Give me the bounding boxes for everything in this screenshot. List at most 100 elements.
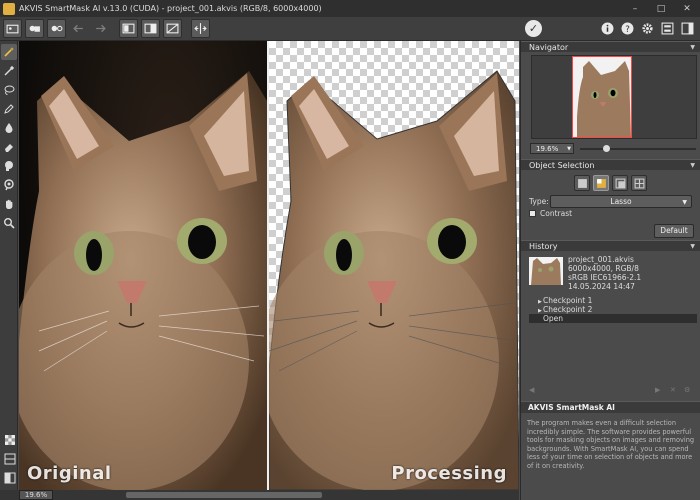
processing-label: Processing xyxy=(391,463,507,484)
select-layer-icon[interactable] xyxy=(612,175,628,191)
close-button[interactable]: ✕ xyxy=(674,0,700,17)
navigator-title: Navigator xyxy=(529,43,569,52)
cat-photo-processed xyxy=(269,70,519,490)
magic-brush-icon[interactable] xyxy=(1,44,17,60)
zoom-slider[interactable] xyxy=(580,145,696,152)
history-item-name: project_001.akvis xyxy=(568,255,634,264)
status-bar: 19.6% xyxy=(0,490,519,500)
collapse-icon[interactable]: ▼ xyxy=(690,241,695,252)
checkerboard-icon[interactable] xyxy=(2,432,18,448)
maximize-button[interactable]: □ xyxy=(648,0,674,17)
checkpoint-label: Checkpoint 2 xyxy=(543,305,593,314)
select-grid-icon[interactable] xyxy=(631,175,647,191)
chevron-down-icon: ▼ xyxy=(682,199,687,206)
navigator-header[interactable]: Navigator ▼ xyxy=(521,41,700,52)
home-icon[interactable] xyxy=(119,19,138,38)
horizontal-scrollbar[interactable] xyxy=(126,492,322,498)
title-bar: AKVIS SmartMask AI v.13.0 (CUDA) - proje… xyxy=(0,0,700,17)
before-after-icon[interactable] xyxy=(141,19,160,38)
history-back-icon[interactable]: ◀ xyxy=(529,386,534,394)
history-settings-icon[interactable]: ⚙ xyxy=(684,386,690,394)
history-item-profile: sRGB IEC61966-2.1 xyxy=(568,273,642,282)
open-label: Open xyxy=(543,314,564,323)
history-item[interactable]: project_001.akvis 6000x4000, RGB/8 sRGB … xyxy=(527,255,697,291)
history-play-icon[interactable]: ▶ xyxy=(655,386,660,394)
brush-icon[interactable] xyxy=(1,63,17,79)
contrast-checkbox[interactable]: Contrast xyxy=(529,209,572,218)
minimize-button[interactable]: – xyxy=(622,0,648,17)
type-label: Type: xyxy=(529,197,549,206)
drop-icon[interactable] xyxy=(1,120,17,136)
open-file-icon[interactable] xyxy=(3,19,22,38)
checkpoint-label: Checkpoint 1 xyxy=(543,296,593,305)
pen-icon[interactable] xyxy=(1,101,17,117)
app-window: AKVIS SmartMask AI v.13.0 (CUDA) - proje… xyxy=(0,0,700,500)
redo-icon[interactable] xyxy=(91,19,110,38)
history-title: History xyxy=(529,242,558,251)
navigator-zoom-select[interactable]: 19.6% ▼ xyxy=(530,143,574,154)
preferences-icon[interactable] xyxy=(659,19,676,38)
tools-panel xyxy=(0,41,18,490)
original-pane[interactable]: Original xyxy=(19,41,267,490)
object-selection-header[interactable]: Object Selection ▼ xyxy=(521,159,700,170)
history-item-date: 14.05.2024 14:47 xyxy=(568,282,635,291)
info-header: AKVIS SmartMask AI xyxy=(521,401,700,413)
selection-mode-buttons xyxy=(574,175,650,191)
chevron-down-icon: ▼ xyxy=(567,146,571,152)
history-delete-icon[interactable]: ✕ xyxy=(670,386,676,394)
history-checkpoint-2[interactable]: ▶Checkpoint 2 xyxy=(529,305,697,314)
history-checkpoint-1[interactable]: ▶Checkpoint 1 xyxy=(529,296,697,305)
history-item-info: project_001.akvis 6000x4000, RGB/8 sRGB … xyxy=(568,255,641,291)
default-button[interactable]: Default xyxy=(654,224,694,238)
split-horizontal-icon[interactable] xyxy=(2,451,18,467)
contrast-label: Contrast xyxy=(540,209,573,218)
info-text: The program makes even a difficult selec… xyxy=(527,419,695,470)
help-icon[interactable]: ? xyxy=(619,19,636,38)
history-header[interactable]: History ▼ xyxy=(521,240,700,251)
paint-bucket-icon[interactable] xyxy=(1,158,17,174)
type-select[interactable]: Lasso ▼ xyxy=(550,195,692,208)
compare-icon[interactable] xyxy=(163,19,182,38)
navigator-viewport[interactable] xyxy=(572,56,632,138)
cat-photo-original xyxy=(19,71,267,490)
type-value: Lasso xyxy=(610,197,632,206)
color-picker-icon[interactable] xyxy=(1,177,17,193)
dock-icon[interactable] xyxy=(679,19,696,38)
history-open[interactable]: Open xyxy=(529,314,697,323)
save-icon[interactable] xyxy=(25,19,44,38)
select-rect-icon[interactable] xyxy=(574,175,590,191)
history-controls: ◀ ▶ ✕ ⚙ xyxy=(527,386,695,396)
navigator-preview[interactable] xyxy=(531,55,697,139)
run-check-icon[interactable]: ✓ xyxy=(525,20,542,37)
main-toolbar: ✓ ? xyxy=(0,17,700,41)
navigator-thumbnail xyxy=(573,57,631,137)
hand-icon[interactable] xyxy=(1,196,17,212)
collapse-icon[interactable]: ▼ xyxy=(690,160,695,171)
app-logo-icon xyxy=(3,2,15,15)
open-image-icon[interactable] xyxy=(47,19,66,38)
split-vertical-icon[interactable] xyxy=(2,470,18,486)
select-object-icon[interactable] xyxy=(593,175,609,191)
zoom-slider-knob[interactable] xyxy=(603,145,610,152)
navigator-zoom-value: 19.6% xyxy=(536,145,559,153)
svg-text:?: ? xyxy=(625,25,630,35)
type-row: Type: Lasso ▼ xyxy=(529,195,697,208)
checkbox-icon[interactable] xyxy=(529,210,536,217)
zoom-icon[interactable] xyxy=(1,215,17,231)
object-selection-title: Object Selection xyxy=(529,161,595,170)
undo-icon[interactable] xyxy=(69,19,88,38)
info-icon[interactable] xyxy=(599,19,616,38)
settings-icon[interactable] xyxy=(639,19,656,38)
lasso-icon[interactable] xyxy=(1,82,17,98)
history-item-size: 6000x4000, RGB/8 xyxy=(568,264,639,273)
split-view-icon[interactable] xyxy=(191,19,210,38)
right-panel: Navigator ▼ 19.6% ▼ Object Selection ▼ T… xyxy=(520,41,700,500)
image-canvas[interactable]: Original Processing xyxy=(19,41,519,490)
processing-pane[interactable]: Processing xyxy=(269,41,519,490)
eraser-icon[interactable] xyxy=(1,139,17,155)
original-label: Original xyxy=(27,463,112,484)
status-zoom[interactable]: 19.6% xyxy=(19,490,53,500)
window-title: AKVIS SmartMask AI v.13.0 (CUDA) - proje… xyxy=(19,4,322,13)
collapse-icon[interactable]: ▼ xyxy=(690,42,695,53)
history-thumbnail xyxy=(529,257,563,285)
